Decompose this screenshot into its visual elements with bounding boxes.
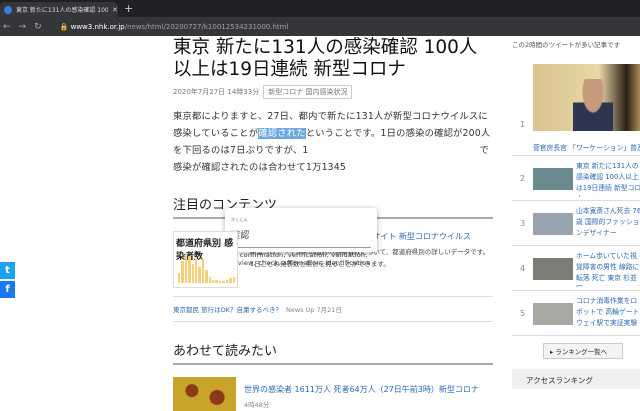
ranking-item[interactable]: 1菅官房長官 「ワーケーション」普及で観光促進を — [512, 56, 640, 156]
sidebar-header: この2時間のツイートが多い記事です — [512, 41, 621, 49]
popup-definition: 1. confirmation, verification, validatio… — [231, 251, 371, 267]
virus-image[interactable] — [173, 377, 236, 411]
reload-icon[interactable]: ↻ — [34, 22, 42, 32]
address-bar: ← → ↻ 🔒 www3.nhk.or.jp/news/html/20200727/… — [0, 17, 640, 36]
selected-text[interactable]: 確認された — [258, 128, 306, 139]
ranking-link[interactable]: 菅官房長官 「ワーケーション」普及で観光促進を — [533, 142, 640, 154]
article-body: 東京都によりますと、27日、都内で新たに131人が新型コロナウイルスに感染してい… — [173, 111, 491, 267]
related-heading: あわせて読みたい — [173, 340, 493, 365]
ranking-item[interactable]: 2東京 新たに131人の感染確認 100人以上は19日連続 新型コロナ — [512, 156, 640, 201]
forward-icon[interactable]: → — [19, 22, 27, 32]
ranking-image[interactable] — [533, 258, 573, 280]
tab-bar: 東京 新たに131人の感染確認 100人以上は19日連続 新型コロナ ✕ + — [0, 0, 640, 17]
facebook-share-icon[interactable]: f — [0, 281, 15, 298]
dictionary-popup: かくにん 確認 1. confirmation, verification, v… — [225, 208, 377, 267]
related-time: 4時48分 — [244, 401, 270, 409]
url-path: /news/html/20200727/k10012534231000.html — [124, 22, 289, 31]
close-tab-icon[interactable]: ✕ — [112, 6, 118, 14]
ranking-link[interactable]: 山本寛斎さん死去 76歳 国際的ファッションデザイナー — [576, 206, 640, 242]
new-tab-icon[interactable]: + — [124, 2, 133, 15]
browser-tab[interactable]: 東京 新たに131人の感染確認 100人以上は19日連続 新型コロナ ✕ — [0, 2, 118, 17]
topic-tag[interactable]: 新型コロナ 国内感染状況 — [263, 85, 353, 99]
ranking-item[interactable]: 4ホーム歩いていた視覚障害の男性 線路に転落 死亡 東京 杉並区 — [512, 246, 640, 291]
news-up-meta: News Up 7月21日 — [285, 306, 342, 314]
access-ranking-heading: アクセスランキング — [512, 369, 640, 389]
back-icon[interactable]: ← — [3, 22, 11, 32]
page-title: 東京 新たに131人の感染確認 100人以上は19日連続 新型コロナ — [173, 37, 478, 80]
favicon-icon — [4, 5, 12, 14]
ranking-link[interactable]: コロナ消毒作業をロボットで 高輪ゲートウェイ駅で実証実験 — [576, 296, 640, 332]
ranking-image[interactable] — [533, 303, 573, 325]
popup-word: 確認 — [231, 228, 371, 248]
twitter-share-icon[interactable]: t — [0, 262, 15, 279]
ranking-link[interactable]: ホーム歩いていた視覚障害の男性 線路に転落 死亡 東京 杉並区 — [576, 251, 640, 287]
chart-thumbnail[interactable]: 都道府県別 感染者数 — [173, 231, 238, 288]
ranking-item[interactable]: 5 コロナ消毒作業をロボットで 高輪ゲートウェイ駅で実証実験 — [512, 291, 640, 336]
ranking-image[interactable] — [533, 64, 640, 131]
tab-title: 東京 新たに131人の感染確認 100人以上は19日連続 新型コロナ — [16, 7, 108, 14]
related-link[interactable]: 世界の感染者 1611万人 死者64万人（27日午前3時）新型コロナ — [244, 385, 479, 394]
sidebar: この2時間のツイートが多い記事です 1菅官房長官 「ワーケーション」普及で観光促… — [512, 36, 640, 389]
ranking-item[interactable]: 3 山本寛斎さん死去 76歳 国際的ファッションデザイナー — [512, 201, 640, 246]
article-date: 2020年7月27日 14時33分 — [173, 88, 260, 96]
ranking-image[interactable] — [533, 213, 573, 235]
ranking-image[interactable] — [533, 168, 573, 190]
news-up-item: 東京都民 旅行はOK？自粛するべき？ News Up 7月21日 — [173, 297, 493, 322]
article: 東京 新たに131人の感染確認 100人以上は19日連続 新型コロナ 2020年… — [173, 36, 493, 411]
ranking-list-button[interactable]: ▸ ランキング一覧へ — [543, 343, 623, 359]
news-up-link[interactable]: 東京都民 旅行はOK？自粛するべき？ — [173, 306, 282, 314]
ranking-link[interactable]: 東京 新たに131人の感染確認 100人以上は19日連続 新型コロナ — [576, 161, 640, 197]
url-host: www3.nhk.or.jp — [70, 22, 125, 31]
related-item[interactable]: 世界の感染者 1611万人 死者64万人（27日午前3時）新型コロナ 4時48分 — [173, 365, 493, 411]
url-field[interactable]: 🔒 www3.nhk.or.jp/news/html/20200727/k100… — [60, 23, 289, 31]
popup-reading: かくにん — [231, 217, 248, 222]
